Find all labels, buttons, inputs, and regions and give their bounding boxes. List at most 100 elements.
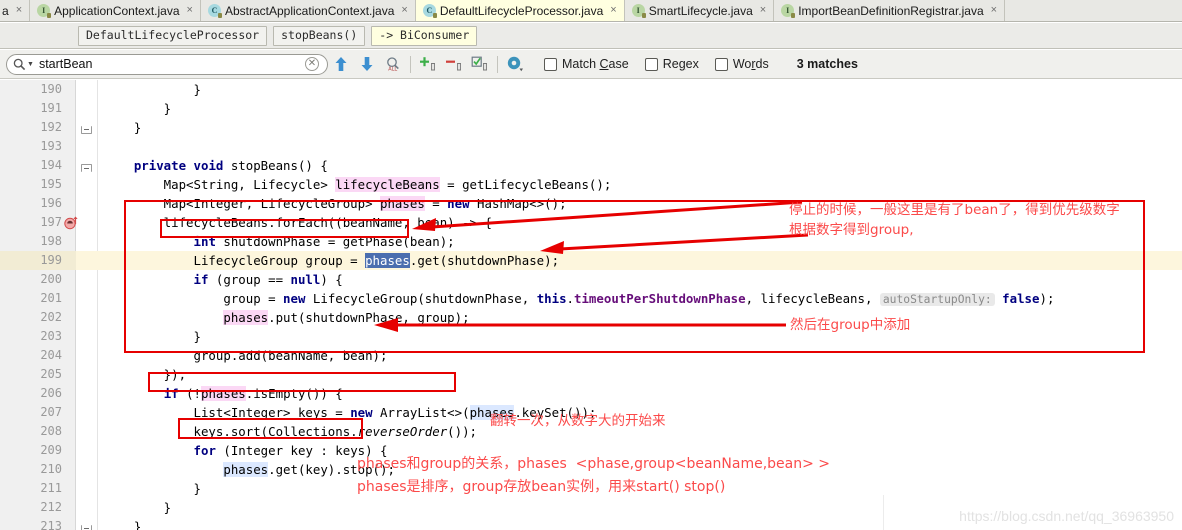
annotation-note-2: 然后在group中添加: [790, 317, 911, 333]
editor-tab-label: a: [2, 3, 9, 18]
line-code: }: [104, 101, 172, 116]
java-class-icon: C: [422, 4, 437, 18]
close-icon[interactable]: ×: [760, 5, 766, 16]
editor-tab-smart-lifecycle[interactable]: I SmartLifecycle.java ×: [624, 0, 775, 21]
checkbox-box[interactable]: [544, 57, 557, 71]
line-number: 212: [40, 500, 62, 514]
line-number: 192: [40, 120, 62, 134]
checkbox-box[interactable]: [644, 57, 658, 71]
editor-tab-label: ImportBeanDefinitionRegistrar.java: [798, 3, 984, 18]
line-code: if (!phases.isEmpty()) {: [163, 386, 343, 401]
words-label: Words: [732, 57, 769, 71]
java-interface-icon: I: [631, 4, 646, 18]
remove-selection-icon[interactable]: [441, 51, 467, 77]
annotation-note-4: phases和group的关系，phases <phase,group<bean…: [357, 456, 831, 472]
breadcrumb-method[interactable]: stopBeans(): [273, 25, 366, 46]
find-all-icon[interactable]: ALL: [380, 51, 406, 77]
select-all-occurrences-icon[interactable]: [467, 51, 493, 77]
error-bean-icon[interactable]: [64, 216, 78, 230]
line-number: 203: [40, 329, 62, 343]
line-code: int shutdownPhase = getPhase(bean);: [193, 234, 455, 249]
code-line[interactable]: 200 if (group == null) {: [0, 270, 1182, 289]
code-line[interactable]: 195 Map<String, Lifecycle> lifecycleBean…: [0, 175, 1182, 194]
add-selection-icon[interactable]: [415, 51, 441, 77]
code-line[interactable]: 190 }: [0, 80, 1182, 99]
code-line[interactable]: 205 });: [0, 365, 1182, 384]
arrow-down-icon[interactable]: [354, 51, 380, 77]
line-code: }: [104, 120, 142, 135]
line-number: 191: [40, 101, 62, 115]
line-code: }: [104, 500, 172, 515]
regex-label: Regex: [662, 57, 699, 71]
java-interface-icon: I: [37, 4, 52, 18]
line-number: 211: [40, 481, 62, 495]
close-icon[interactable]: ×: [16, 5, 22, 16]
code-line[interactable]: 201 group = new LifecycleGroup(shutdownP…: [0, 289, 1182, 308]
close-icon[interactable]: ×: [610, 5, 616, 16]
line-number: 210: [40, 462, 62, 476]
annotation-note-4b: phases是排序，group存放bean实例，用来start() stop(): [357, 479, 726, 495]
code-line[interactable]: 194 private void stopBeans() {: [0, 156, 1182, 175]
regex-checkbox[interactable]: Regex: [644, 57, 699, 71]
code-line[interactable]: 192 }: [0, 118, 1182, 137]
code-line[interactable]: 191 }: [0, 99, 1182, 118]
annotation-note-1b: 根据数字得到group,: [789, 222, 914, 238]
close-icon[interactable]: ×: [401, 5, 407, 16]
watermark-text: https://blog.csdn.net/qq_36963950: [959, 508, 1174, 524]
gear-icon[interactable]: [502, 51, 528, 77]
line-number: 208: [40, 424, 62, 438]
editor-tab-import-bean-definition-registrar[interactable]: I ImportBeanDefinitionRegistrar.java ×: [774, 0, 1006, 21]
match-case-label: Match Case: [562, 57, 629, 71]
clear-icon[interactable]: ✕: [305, 57, 319, 71]
close-icon[interactable]: ×: [187, 5, 193, 16]
annotation-arrow-2: [540, 233, 809, 254]
line-code: group = new LifecycleGroup(shutdownPhase…: [104, 291, 1055, 306]
fold-marker-collapse[interactable]: [81, 525, 92, 530]
line-number: 205: [40, 367, 62, 381]
line-code: });: [104, 367, 187, 382]
fold-marker-expand[interactable]: [81, 164, 92, 172]
editor-window: a × I ApplicationContext.java × C Abstra…: [0, 0, 1182, 530]
line-number: 209: [40, 443, 62, 457]
watermark-divider: [883, 495, 884, 530]
chevron-down-icon[interactable]: ▼: [27, 61, 34, 68]
line-number: 204: [40, 348, 62, 362]
editor-tab-clipped[interactable]: a ×: [0, 0, 31, 21]
line-code: for (Integer key : keys) {: [193, 443, 388, 458]
search-field-container[interactable]: ▼ ✕: [6, 53, 328, 75]
arrow-up-icon[interactable]: [328, 51, 354, 77]
breadcrumb: DefaultLifecycleProcessor stopBeans() ->…: [0, 23, 1182, 49]
code-line[interactable]: 193: [0, 137, 1182, 156]
line-code: group.add(beanName, bean);: [104, 348, 388, 363]
checkbox-box[interactable]: [714, 57, 728, 71]
line-number: 200: [40, 272, 62, 286]
code-line[interactable]: 206 if (!phases.isEmpty()) {: [0, 384, 1182, 403]
search-input[interactable]: [38, 57, 305, 71]
words-checkbox[interactable]: Words: [714, 57, 769, 71]
breadcrumb-class[interactable]: DefaultLifecycleProcessor: [78, 25, 268, 46]
line-code: }: [104, 82, 201, 97]
line-number: 196: [40, 196, 62, 210]
close-icon[interactable]: ×: [991, 5, 997, 16]
line-code: }: [104, 481, 201, 496]
line-code: if (group == null) {: [193, 272, 343, 287]
line-number: 201: [40, 291, 62, 305]
line-number: 202: [40, 310, 62, 324]
line-number: 213: [40, 519, 62, 530]
code-line[interactable]: 204 group.add(beanName, bean);: [0, 346, 1182, 365]
match-count-label: 3 matches: [796, 57, 858, 71]
editor-tab-label: AbstractApplicationContext.java: [224, 3, 395, 18]
annotation-note-3: 翻转一次，从数字大的开始来: [490, 413, 666, 429]
toolbar-divider: [410, 55, 411, 73]
match-case-checkbox[interactable]: Match Case: [544, 57, 629, 71]
annotation-arrow-1: [412, 200, 803, 231]
editor-tab-default-lifecycle-processor[interactable]: C DefaultLifecycleProcessor.java ×: [415, 0, 625, 21]
editor-tab-abstract-application-context[interactable]: C AbstractApplicationContext.java ×: [200, 0, 416, 21]
fold-marker-collapse[interactable]: [81, 126, 92, 134]
line-code: LifecycleGroup group = phases.get(shutdo…: [104, 253, 560, 268]
line-code: }: [104, 329, 201, 344]
breadcrumb-lambda[interactable]: -> BiConsumer: [371, 25, 478, 46]
annotation-note-1: 停止的时候，一般这里是有了bean了，得到优先级数字: [789, 202, 1120, 218]
svg-text:ALL: ALL: [388, 67, 397, 72]
editor-tab-application-context[interactable]: I ApplicationContext.java ×: [30, 0, 201, 21]
